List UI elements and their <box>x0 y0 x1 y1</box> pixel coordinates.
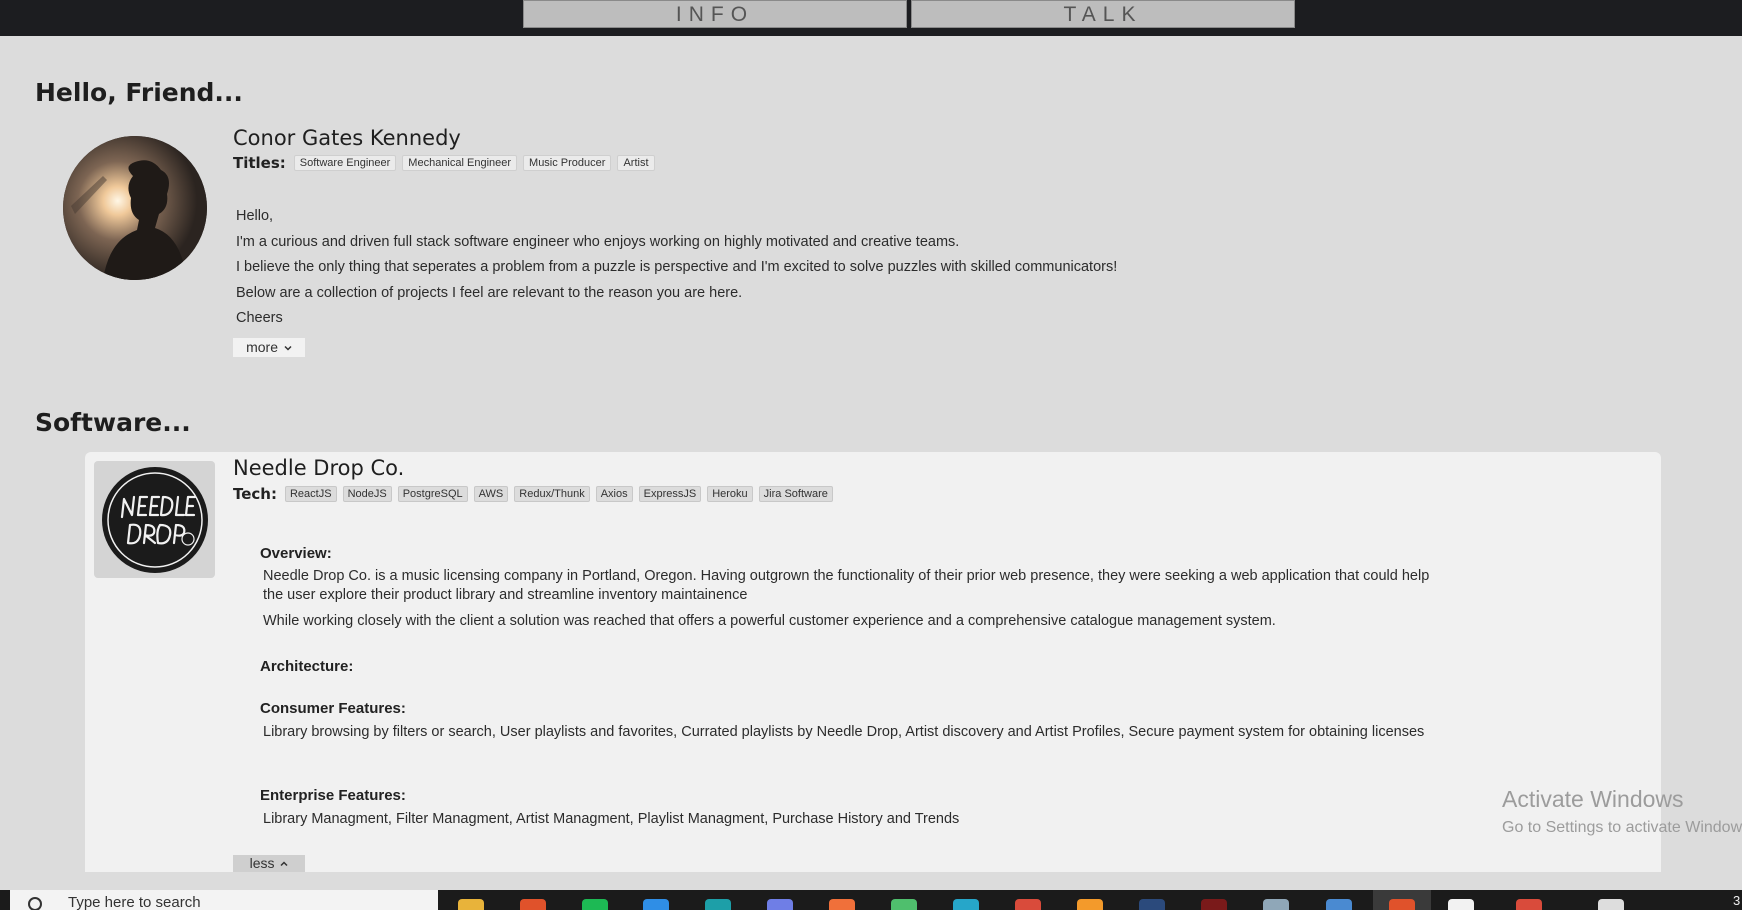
intro-text: Hello, I'm a curious and driven full sta… <box>236 206 1117 334</box>
page-bottom-gap <box>0 872 1742 890</box>
notepad-icon[interactable] <box>1263 899 1289 910</box>
chrome-icon[interactable] <box>1015 899 1041 910</box>
speaker-icon[interactable] <box>1598 899 1624 910</box>
discord-icon[interactable] <box>767 899 793 910</box>
taskbar-clock: 3 <box>1733 893 1741 908</box>
overview-paragraph: Needle Drop Co. is a music licensing com… <box>263 568 1430 603</box>
intro-line: Below are a collection of projects I fee… <box>236 284 743 301</box>
activate-windows-title: Activate Windows <box>1502 786 1684 812</box>
brave-browser-icon[interactable] <box>520 899 546 910</box>
project-name: Needle Drop Co. <box>233 456 405 480</box>
intro-line: Cheers <box>236 310 283 327</box>
tech-chip: AWS <box>473 486 509 502</box>
title-chip: Mechanical Engineer <box>402 155 518 171</box>
consumer-features-heading: Consumer Features: <box>260 700 406 717</box>
more-button[interactable]: more <box>233 338 305 357</box>
enterprise-features-heading: Enterprise Features: <box>260 787 406 804</box>
chevron-up-icon <box>280 861 288 867</box>
hello-heading: Hello, Friend... <box>35 78 243 107</box>
tech-chip: Heroku <box>707 486 753 502</box>
less-label: less <box>249 855 275 871</box>
active-app-icon[interactable] <box>1389 899 1415 910</box>
tech-label: Tech: <box>233 485 277 503</box>
avatar-photo-icon <box>63 136 207 280</box>
terminal-app-icon[interactable] <box>705 899 731 910</box>
pdf-reader-icon[interactable] <box>1201 899 1227 910</box>
tech-row: Tech: ReactJS NodeJS PostgreSQL AWS Redu… <box>233 485 833 503</box>
avatar <box>63 136 207 280</box>
top-nav-bar: INFO TALK <box>0 0 1742 36</box>
software-heading: Software... <box>35 408 191 437</box>
search-placeholder: Type here to search <box>68 894 201 910</box>
intro-line: Hello, <box>236 208 274 224</box>
vscode-icon[interactable] <box>643 899 669 910</box>
intro-line: I'm a curious and driven full stack soft… <box>236 233 960 250</box>
title-chip: Software Engineer <box>293 155 397 171</box>
needle-drop-logo-icon <box>101 466 208 573</box>
greenshot-icon[interactable] <box>891 899 917 910</box>
profile-name: Conor Gates Kennedy <box>233 126 461 150</box>
title-chip: Artist <box>617 155 655 171</box>
title-chip: Music Producer <box>523 155 612 171</box>
tech-chip: Jira Software <box>758 486 833 502</box>
intro-line: I believe the only thing that seperates … <box>236 259 1118 276</box>
tab-talk[interactable]: TALK <box>911 0 1295 28</box>
tech-chip: ExpressJS <box>638 486 702 502</box>
edge-icon[interactable] <box>953 899 979 910</box>
calculator-icon[interactable] <box>1326 899 1352 910</box>
git-icon[interactable] <box>1448 899 1474 910</box>
file-explorer-icon[interactable] <box>458 899 484 910</box>
postman-icon[interactable] <box>829 899 855 910</box>
tech-chip: PostgreSQL <box>397 486 468 502</box>
windows-taskbar: Type here to search 3 <box>0 890 1742 910</box>
firefox-icon[interactable] <box>1077 899 1103 910</box>
tab-info[interactable]: INFO <box>523 0 907 28</box>
titles-label: Titles: <box>233 154 286 172</box>
taskbar-search-box[interactable]: Type here to search <box>10 890 438 910</box>
tech-chip: ReactJS <box>284 486 337 502</box>
consumer-features-text: Library browsing by filters or search, U… <box>263 724 1425 740</box>
spotify-icon[interactable] <box>582 899 608 910</box>
enterprise-features-text: Library Managment, Filter Managment, Art… <box>263 811 960 827</box>
titles-row: Titles: Software Engineer Mechanical Eng… <box>233 154 655 172</box>
project-logo <box>94 461 215 578</box>
tech-chip: Redux/Thunk <box>514 486 590 502</box>
overview-heading: Overview: <box>260 545 332 562</box>
activate-windows-subtitle: Go to Settings to activate Windows. <box>1502 819 1742 836</box>
overview-paragraph: While working closely with the client a … <box>263 613 1276 629</box>
more-label: more <box>246 339 278 355</box>
powershell-icon[interactable] <box>1139 899 1165 910</box>
chevron-down-icon <box>284 346 292 351</box>
tech-chip: NodeJS <box>342 486 392 502</box>
search-icon <box>28 897 42 910</box>
less-button[interactable]: less <box>233 855 305 872</box>
record-icon[interactable] <box>1516 899 1542 910</box>
architecture-heading: Architecture: <box>260 658 354 675</box>
tech-chip: Axios <box>595 486 633 502</box>
